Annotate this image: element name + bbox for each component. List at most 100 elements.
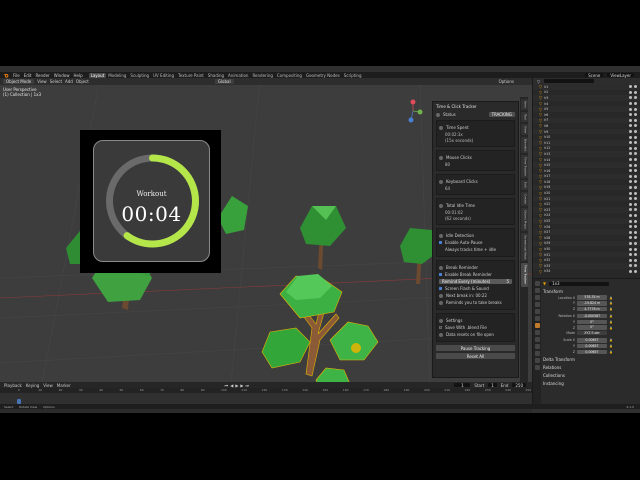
eye-icon[interactable] xyxy=(629,202,632,206)
camera-icon[interactable] xyxy=(634,241,637,245)
outliner[interactable]: ▽ ▽ lr1 ▽ lr2 ▽ lr3 ▽ lr4 ▽ lr5 ▽ lr6 ▽ lr7 ▽ lr8 ▽ lr9 ▽ l… xyxy=(532,78,640,278)
eye-icon[interactable] xyxy=(629,158,632,162)
eye-icon[interactable] xyxy=(629,225,632,229)
camera-icon[interactable] xyxy=(634,96,637,100)
eye-icon[interactable] xyxy=(629,258,632,262)
camera-icon[interactable] xyxy=(634,141,637,145)
lock-icon[interactable]: 🔒 xyxy=(609,350,613,354)
mode-selector[interactable]: Object Mode xyxy=(3,79,35,84)
menu-file[interactable]: File xyxy=(11,73,22,78)
camera-icon[interactable] xyxy=(634,124,637,128)
filter-icon[interactable]: ▽ xyxy=(537,79,540,84)
prev-key-icon[interactable]: ◀ xyxy=(230,383,233,388)
camera-icon[interactable] xyxy=(634,191,637,195)
current-frame-field[interactable]: 1 xyxy=(454,383,471,388)
tab-layout[interactable]: Layout xyxy=(88,72,107,78)
eye-icon[interactable] xyxy=(629,107,632,111)
viewport-menu-select[interactable]: Select xyxy=(50,79,62,84)
eye-icon[interactable] xyxy=(629,253,632,257)
outliner-search-input[interactable] xyxy=(544,79,595,83)
eye-icon[interactable] xyxy=(629,219,632,223)
lock-icon[interactable]: 🔒 xyxy=(609,296,613,300)
tab-rendering[interactable]: Rendering xyxy=(250,73,274,78)
break-reminder-checkbox[interactable] xyxy=(439,273,442,276)
jump-end-icon[interactable]: ⏭ xyxy=(245,383,249,388)
sidetab-view[interactable]: View xyxy=(520,123,528,135)
timeline-menu-keying[interactable]: Keying xyxy=(26,383,39,388)
play-icon[interactable]: ▶ xyxy=(235,383,238,388)
props-tab-scene[interactable] xyxy=(534,309,540,314)
delta-transform-section[interactable]: Delta Transform xyxy=(543,357,639,362)
tab-shading[interactable]: Shading xyxy=(206,73,226,78)
props-tab-render[interactable] xyxy=(534,288,540,293)
scene-selector[interactable]: Scene xyxy=(585,73,604,78)
rotation-y-field[interactable]: 0° xyxy=(577,319,607,325)
tree-back-center[interactable] xyxy=(218,196,346,270)
sidetab-tool[interactable]: Tool xyxy=(520,111,528,122)
end-frame-field[interactable]: 250 xyxy=(512,383,526,388)
rotation-z-field[interactable]: 0° xyxy=(577,325,607,330)
tracking-status-badge[interactable]: TRACKING xyxy=(488,112,515,117)
lock-icon[interactable]: 🔒 xyxy=(609,338,613,342)
lock-icon[interactable]: 🔒 xyxy=(609,320,613,324)
eye-icon[interactable] xyxy=(629,102,632,106)
eye-icon[interactable] xyxy=(629,269,632,273)
props-tab-object[interactable] xyxy=(534,323,540,328)
tab-uv-editing[interactable]: UV Editing xyxy=(151,73,176,78)
camera-icon[interactable] xyxy=(634,174,637,178)
eye-icon[interactable] xyxy=(629,185,632,189)
camera-icon[interactable] xyxy=(634,102,637,106)
transform-section[interactable]: Transform xyxy=(543,289,639,294)
tab-modeling[interactable]: Modeling xyxy=(106,73,128,78)
scale-y-field[interactable]: 0.00657 xyxy=(577,343,607,349)
rotation-x-field[interactable]: -0.000587 xyxy=(577,313,607,319)
outliner-row[interactable]: ▽ lr34 xyxy=(533,269,640,275)
camera-icon[interactable] xyxy=(634,253,637,257)
camera-icon[interactable] xyxy=(634,113,637,117)
lock-icon[interactable]: 🔒 xyxy=(609,314,613,318)
menu-edit[interactable]: Edit xyxy=(22,73,34,78)
camera-icon[interactable] xyxy=(634,258,637,262)
sidetab-blendkit[interactable]: Blendkit xyxy=(520,136,528,154)
eye-icon[interactable] xyxy=(629,141,632,145)
menu-render[interactable]: Render xyxy=(33,73,51,78)
camera-icon[interactable] xyxy=(634,163,637,167)
lock-icon[interactable]: 🔒 xyxy=(609,301,613,305)
camera-icon[interactable] xyxy=(634,230,637,234)
eye-icon[interactable] xyxy=(629,169,632,173)
camera-icon[interactable] xyxy=(634,219,637,223)
props-tab-output[interactable] xyxy=(534,295,540,300)
camera-icon[interactable] xyxy=(634,158,637,162)
eye-icon[interactable] xyxy=(629,213,632,217)
props-tab-data[interactable] xyxy=(534,358,540,363)
blender-logo-icon[interactable] xyxy=(3,73,9,78)
collections-section[interactable]: Collections xyxy=(543,373,639,378)
eye-icon[interactable] xyxy=(629,146,632,150)
camera-icon[interactable] xyxy=(634,208,637,212)
camera-icon[interactable] xyxy=(634,85,637,89)
timeline-menu-marker[interactable]: Marker xyxy=(57,383,71,388)
camera-icon[interactable] xyxy=(634,236,637,240)
pause-tracking-button[interactable]: Pause Tracking xyxy=(436,345,515,351)
viewport-menu-add[interactable]: Add xyxy=(65,79,73,84)
eye-icon[interactable] xyxy=(629,124,632,128)
camera-icon[interactable] xyxy=(634,180,637,184)
eye-icon[interactable] xyxy=(629,264,632,268)
camera-icon[interactable] xyxy=(634,197,637,201)
eye-icon[interactable] xyxy=(629,241,632,245)
sidetab-create[interactable]: Create xyxy=(520,192,528,206)
tree-selected[interactable] xyxy=(261,274,379,394)
props-tab-particles[interactable] xyxy=(534,337,540,342)
props-tab-physics[interactable] xyxy=(534,344,540,349)
reset-all-button[interactable]: Reset All xyxy=(436,353,515,359)
sidetab-edit[interactable]: Edit xyxy=(520,180,528,191)
sidetab-time-tracker-a[interactable]: Time Tracker xyxy=(520,155,528,179)
object-name-field[interactable]: 1x3 xyxy=(549,281,610,286)
relations-section[interactable]: Relations xyxy=(543,365,639,370)
props-tab-material[interactable] xyxy=(534,365,540,370)
view-layer-selector[interactable]: ViewLayer xyxy=(607,73,634,78)
auto-pause-checkbox[interactable] xyxy=(439,241,442,244)
start-frame-field[interactable]: 1 xyxy=(488,383,497,388)
eye-icon[interactable] xyxy=(629,85,632,89)
camera-icon[interactable] xyxy=(634,107,637,111)
